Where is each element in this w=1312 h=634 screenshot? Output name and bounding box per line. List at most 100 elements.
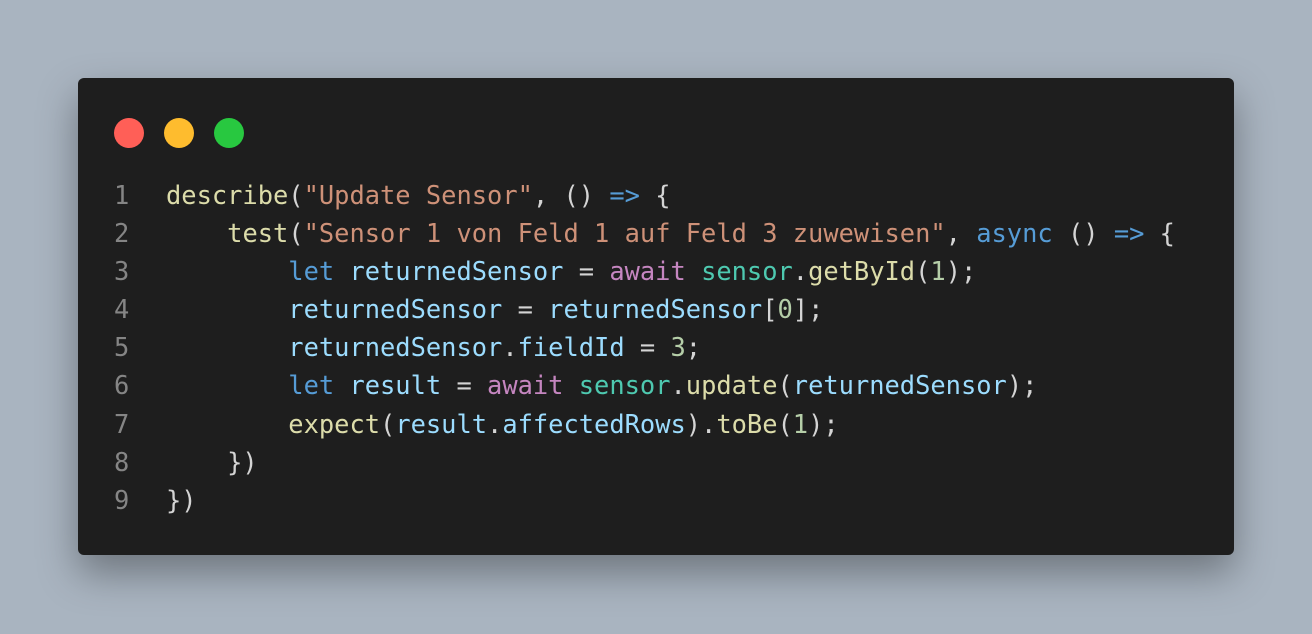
- code-token: ).: [685, 408, 717, 439]
- code-token: }): [166, 484, 197, 515]
- code-token: ;: [685, 332, 702, 363]
- code-token: returnedSensor: [349, 256, 564, 287]
- line-number: 2: [114, 218, 130, 249]
- code-token: );: [1006, 370, 1038, 401]
- code-token: =: [624, 332, 671, 363]
- code-token: (: [288, 180, 304, 210]
- code-text: let returnedSensor = await sensor.getByI…: [166, 252, 976, 290]
- code-token: 1: [792, 408, 809, 439]
- code-token: (: [380, 408, 396, 439]
- code-token: result: [349, 370, 442, 401]
- code-token: 1: [930, 256, 946, 287]
- code-token: update: [685, 370, 778, 401]
- code-token: .: [792, 256, 809, 287]
- code-token: "Update Sensor": [303, 180, 533, 210]
- maximize-dot-icon[interactable]: [214, 118, 244, 148]
- code-window: 1 describe("Update Sensor", () => {2 test…: [78, 78, 1234, 555]
- code-block: 1 describe("Update Sensor", () => {2 test…: [78, 176, 1234, 519]
- code-token: await: [487, 370, 564, 401]
- line-number: 1: [114, 180, 130, 210]
- code-line: 4 returnedSensor = returnedSensor[0];: [78, 290, 1234, 328]
- line-number: 4: [114, 294, 130, 325]
- code-token: let: [288, 370, 335, 401]
- code-token: [: [762, 294, 778, 325]
- code-token: returnedSensor: [288, 332, 503, 363]
- code-line: 2 test("Sensor 1 von Feld 1 auf Feld 3 z…: [78, 214, 1234, 252]
- code-text: test("Sensor 1 von Feld 1 auf Feld 3 zuw…: [166, 214, 1175, 252]
- code-token: getById: [808, 256, 916, 287]
- line-number: 7: [114, 408, 130, 439]
- code-line: 8 }): [78, 443, 1234, 481]
- code-token: returnedSensor: [792, 370, 1007, 401]
- code-token: .: [487, 408, 503, 439]
- line-number: 5: [114, 332, 130, 363]
- code-token: affectedRows: [502, 408, 686, 439]
- code-token: (: [777, 370, 793, 401]
- code-text: let result = await sensor.update(returne…: [166, 366, 1037, 404]
- code-token: result: [395, 408, 488, 439]
- code-line: 5 returnedSensor.fieldId = 3;: [78, 328, 1234, 366]
- code-token: sensor: [701, 256, 793, 287]
- line-number: 8: [114, 446, 130, 477]
- code-text: describe("Update Sensor", () => {: [166, 176, 670, 214]
- code-token: =: [502, 294, 549, 325]
- code-token: let: [288, 256, 335, 287]
- code-token: 3: [670, 332, 686, 363]
- line-number: 6: [114, 370, 130, 401]
- code-token: await: [609, 256, 686, 287]
- code-token: toBe: [716, 408, 778, 439]
- code-token: , (): [532, 180, 610, 210]
- code-text: }): [166, 443, 258, 481]
- code-token: (): [1052, 218, 1114, 249]
- code-text: returnedSensor.fieldId = 3;: [166, 328, 701, 366]
- close-dot-icon[interactable]: [114, 118, 144, 148]
- code-token: }): [166, 446, 258, 477]
- code-token: );: [808, 408, 839, 439]
- code-token: =: [563, 256, 610, 287]
- code-text: returnedSensor = returnedSensor[0];: [166, 290, 823, 328]
- code-token: .: [670, 370, 686, 401]
- code-token: {: [1144, 218, 1175, 249]
- code-token: returnedSensor: [548, 294, 763, 325]
- code-line: 6 let result = await sensor.update(retur…: [78, 366, 1234, 404]
- code-token: returnedSensor: [288, 294, 503, 325]
- code-token: expect: [288, 408, 381, 439]
- code-token: (: [288, 218, 304, 249]
- minimize-dot-icon[interactable]: [164, 118, 194, 148]
- code-token: async: [976, 218, 1053, 249]
- code-token: (: [915, 256, 931, 287]
- code-token: test: [227, 218, 289, 249]
- code-token: .: [502, 332, 518, 363]
- code-token: (: [777, 408, 793, 439]
- code-token: {: [639, 180, 671, 210]
- code-token: =: [441, 370, 488, 401]
- code-token: =>: [1113, 218, 1145, 249]
- code-text: expect(result.affectedRows).toBe(1);: [166, 405, 839, 443]
- code-token: );: [945, 256, 977, 287]
- code-line: 3 let returnedSensor = await sensor.getB…: [78, 252, 1234, 290]
- code-token: 0: [777, 294, 793, 325]
- code-token: fieldId: [517, 332, 625, 363]
- code-token: =>: [609, 180, 640, 210]
- code-line: 7 expect(result.affectedRows).toBe(1);: [78, 405, 1234, 443]
- line-number: 3: [114, 256, 130, 287]
- code-token: describe: [166, 180, 289, 210]
- code-token: ,: [945, 218, 977, 249]
- line-number: 9: [114, 484, 130, 515]
- code-token: ];: [792, 294, 824, 325]
- code-token: sensor: [578, 370, 671, 401]
- code-line: 9}): [78, 481, 1234, 519]
- code-line: 1 describe("Update Sensor", () => {: [78, 176, 1234, 214]
- code-text: }): [166, 481, 197, 519]
- code-token: "Sensor 1 von Feld 1 auf Feld 3 zuwewise…: [303, 218, 946, 249]
